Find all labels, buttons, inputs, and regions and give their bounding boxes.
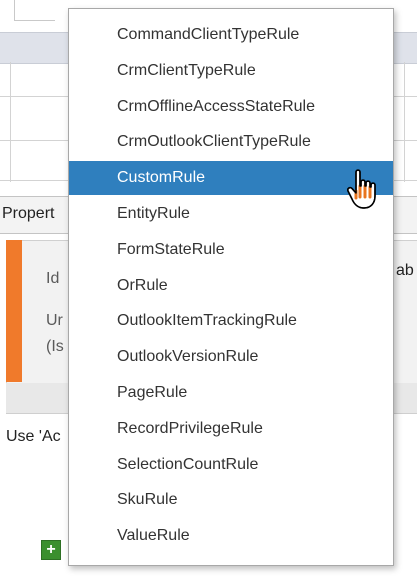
menu-item[interactable]: EntityRule	[69, 197, 393, 231]
menu-item[interactable]: CommandClientTypeRule	[69, 18, 393, 52]
toolbar-cell	[14, 0, 55, 21]
menu-item[interactable]: OutlookItemTrackingRule	[69, 304, 393, 338]
panel-accent-bar	[6, 240, 22, 382]
menu-item[interactable]: OrRule	[69, 269, 393, 303]
menu-item[interactable]: SelectionCountRule	[69, 448, 393, 482]
add-button[interactable]: +	[41, 540, 61, 560]
field-label-id: Id	[46, 270, 60, 287]
menu-item[interactable]: CrmOfflineAccessStateRule	[69, 90, 393, 124]
field-label-note: (Is	[46, 338, 64, 355]
properties-title: Propert	[2, 205, 55, 222]
field-label-url: Ur	[46, 312, 63, 329]
grid-divider	[10, 62, 11, 182]
menu-item[interactable]: CrmOutlookClientTypeRule	[69, 125, 393, 159]
rule-type-dropdown[interactable]: CommandClientTypeRule CrmClientTypeRule Cr…	[68, 8, 394, 566]
hand-pointer-icon	[347, 169, 376, 209]
menu-item[interactable]: RecordPrivilegeRule	[69, 412, 393, 446]
menu-item[interactable]: FormStateRule	[69, 233, 393, 267]
menu-item[interactable]: CustomRule	[69, 161, 393, 196]
field-label-right: ab	[396, 262, 414, 279]
use-hint-text: Use 'Ac	[6, 428, 61, 445]
menu-item[interactable]: CrmClientTypeRule	[69, 54, 393, 88]
menu-item[interactable]: OutlookVersionRule	[69, 340, 393, 374]
menu-item[interactable]: PageRule	[69, 376, 393, 410]
menu-item[interactable]: SkuRule	[69, 483, 393, 517]
grid-divider	[404, 62, 405, 182]
menu-item[interactable]: ValueRule	[69, 519, 393, 553]
